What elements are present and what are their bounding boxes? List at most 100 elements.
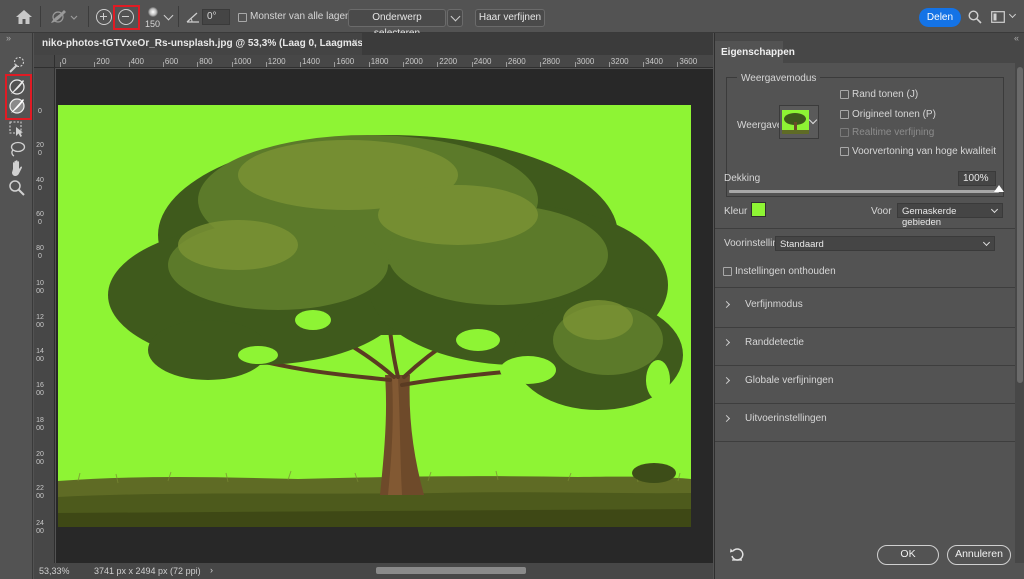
document-tab[interactable]: niko-photos-tGTVxeOr_Rs-unsplash.jpg @ 5… (34, 33, 396, 55)
preset-dropdown[interactable]: Standaard (775, 236, 995, 251)
hand-tool-icon[interactable] (8, 159, 26, 177)
chevron-right-icon (722, 300, 731, 309)
sample-all-layers-label: Monster van alle lagen (250, 11, 351, 22)
overlay-color-swatch[interactable] (751, 202, 766, 217)
ruler-tick (505, 62, 507, 67)
ok-button[interactable]: OK (877, 545, 939, 565)
remember-settings-label: Instellingen onthouden (735, 266, 836, 277)
zoom-tool-icon[interactable] (8, 179, 26, 197)
ruler-label: 1000 (233, 57, 252, 66)
ruler-tick (128, 62, 130, 67)
object-selection-tool-icon[interactable] (8, 120, 26, 138)
sample-all-layers-checkbox[interactable] (238, 13, 247, 22)
ruler-tick (403, 62, 404, 67)
panel-scrollbar-thumb[interactable] (1017, 67, 1023, 383)
angle-input[interactable]: 0° (202, 9, 230, 25)
ruler-label: 3000 (576, 57, 595, 66)
view-mode-picker[interactable] (779, 105, 819, 139)
section-edge-detection[interactable]: Randdetectie (715, 327, 1015, 365)
for-dropdown[interactable]: Gemaskerde gebieden (897, 203, 1003, 228)
collapse-toolbar-icon[interactable]: » (6, 33, 11, 43)
refine-hair-button[interactable]: Haar verfijnen (475, 9, 545, 27)
ruler-origin[interactable] (34, 55, 55, 68)
tab-properties[interactable]: Eigenschappen (715, 41, 795, 63)
refine-brush-tool-preset-icon[interactable] (48, 8, 78, 26)
share-button[interactable]: Delen (919, 8, 961, 27)
section-global-refinements[interactable]: Globale verfijningen (715, 365, 1015, 403)
reset-icon[interactable] (729, 546, 745, 562)
collapse-panel-icon[interactable]: « (1014, 33, 1019, 43)
ruler-label: 2200 (36, 485, 44, 501)
chevron-right-icon (722, 376, 731, 385)
select-subject-button[interactable]: Onderwerp selecteren (348, 9, 446, 39)
ruler-label: 0 (62, 57, 67, 66)
workspace-icon[interactable] (991, 11, 1005, 23)
ruler-label: 2400 (473, 57, 492, 66)
section-output-settings[interactable]: Uitvoerinstellingen (715, 403, 1015, 441)
select-subject-dropdown[interactable] (447, 9, 463, 27)
quick-selection-tool-icon[interactable] (8, 56, 26, 74)
section-label: Globale verfijningen (745, 375, 834, 386)
lasso-tool-icon[interactable] (8, 140, 26, 158)
ruler-label: 2400 (36, 519, 44, 535)
horizontal-ruler[interactable]: 0 200 400 600 800 1000 1200 1400 1600 1800 2000 220… (55, 55, 713, 68)
scrollbar-thumb[interactable] (376, 567, 526, 574)
chevron-down-icon (808, 115, 818, 125)
ruler-label: 0 (38, 108, 42, 115)
ruler-label: 3600 (679, 57, 698, 66)
chevron-right-icon (722, 338, 731, 347)
opacity-slider[interactable] (729, 185, 1004, 193)
refine-edge-brush-tool-icon[interactable] (8, 78, 26, 96)
ruler-label: 400 (130, 57, 144, 66)
subtract-mode-highlight (113, 5, 140, 30)
view-mode-title: Weergavemodus (737, 73, 821, 84)
horizontal-scrollbar[interactable] (216, 565, 696, 576)
canvas-area[interactable] (56, 69, 713, 563)
opacity-input[interactable]: 100% (958, 171, 996, 186)
ruler-label: 200 (96, 57, 110, 66)
brush-tool-icon[interactable] (8, 97, 26, 115)
opacity-slider-handle[interactable] (994, 185, 1004, 192)
realtime-refine-label: Realtime verfijning (852, 127, 935, 138)
view-thumbnail (782, 110, 809, 134)
hq-preview-checkbox[interactable] (840, 147, 849, 156)
ruler-label: 2800 (542, 57, 560, 66)
brush-size-picker[interactable]: 150 (142, 5, 166, 31)
tree-photo-image (58, 135, 691, 527)
section-refine-mode[interactable]: Verfijnmodus (715, 289, 1015, 327)
ruler-label: 2600 (507, 57, 526, 66)
for-label: Voor (871, 206, 892, 217)
zoom-level[interactable]: 53,33% (39, 566, 70, 576)
for-dropdown-value: Gemaskerde gebieden (902, 206, 957, 228)
show-edge-checkbox[interactable] (840, 90, 849, 99)
ruler-label: 800 (199, 57, 213, 66)
vertical-ruler[interactable]: 0 200 400 600 800 1000 1200 1400 1600 1800 2000 220… (34, 68, 55, 563)
ruler-label: 1800 (370, 57, 389, 66)
chevron-down-icon (450, 11, 461, 22)
ruler-tick (471, 62, 473, 67)
remember-settings-checkbox[interactable] (723, 267, 732, 276)
status-menu-arrow[interactable]: › (210, 565, 213, 575)
view-label: Weergave (737, 120, 783, 131)
options-bar: 150 0° Monster van alle lagen Onderwerp … (0, 0, 1024, 39)
add-to-selection-icon[interactable] (96, 9, 112, 25)
search-icon[interactable] (968, 10, 982, 24)
ruler-label: 800 (36, 245, 44, 261)
ruler-tick (368, 62, 370, 67)
workspace-dropdown-icon[interactable] (1008, 10, 1017, 19)
realtime-refine-checkbox (840, 128, 849, 137)
ruler-label: 1800 (36, 416, 44, 432)
close-tab-icon[interactable]: × (352, 37, 358, 48)
ruler-tick (231, 62, 233, 67)
ruler-label: 600 (36, 210, 44, 226)
home-icon[interactable] (14, 8, 34, 26)
document-image[interactable] (58, 105, 691, 527)
panel-scrollbar[interactable] (1015, 63, 1024, 563)
ruler-label: 2000 (36, 451, 44, 466)
document-title: niko-photos-tGTVxeOr_Rs-unsplash.jpg @ 5… (42, 38, 397, 49)
chevron-down-icon (982, 238, 991, 247)
cancel-button[interactable]: Annuleren (947, 545, 1011, 565)
show-original-checkbox[interactable] (840, 110, 849, 119)
ruler-tick (94, 62, 96, 67)
section-label: Verfijnmodus (745, 299, 803, 310)
